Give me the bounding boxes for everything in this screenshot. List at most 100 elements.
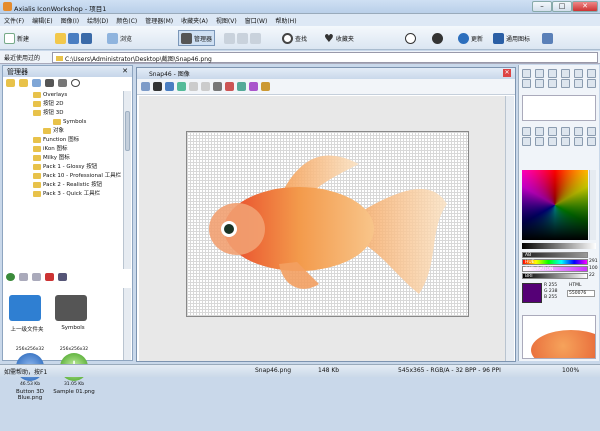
file-tools [55,30,92,46]
general-icons-button[interactable]: 通用图标 [493,30,530,46]
zoom-icon[interactable] [141,82,150,91]
copy-icon[interactable] [19,273,28,281]
new-folder-icon[interactable] [19,79,28,87]
save-icon[interactable] [68,32,79,44]
file-item[interactable]: Symbols [55,295,91,331]
undo-icon[interactable] [548,127,557,136]
cut-icon[interactable] [224,32,235,44]
tree-item[interactable]: Pack 2 - Realistic 按钮 [3,181,125,190]
lasso-tool-icon[interactable] [535,69,544,78]
tree-item[interactable]: Pack 10 - Professional 工具栏 [3,172,125,181]
delete-icon[interactable] [45,79,54,87]
search-button[interactable]: 查找 [282,30,307,46]
color-icon[interactable] [225,82,234,91]
text-tool-icon[interactable] [561,79,570,88]
tree-item[interactable]: Function 图标 [3,136,125,145]
add-icon[interactable] [6,273,15,281]
view-icon[interactable] [58,273,67,281]
copy-icon[interactable] [522,137,531,146]
search-icon[interactable] [71,79,80,87]
crop-icon[interactable] [574,127,583,136]
files-scrollbar[interactable] [123,288,131,360]
palette-scrollbar[interactable] [589,170,596,240]
rotate-icon[interactable] [522,127,531,136]
grid-icon[interactable] [574,137,583,146]
save-icon[interactable] [548,137,557,146]
redo-icon[interactable] [561,127,570,136]
canvas-area[interactable] [139,96,505,361]
new-button[interactable]: 新建 [4,30,29,46]
copy-icon[interactable] [237,32,248,44]
tree-item[interactable]: 对象 [3,127,125,136]
hue-value[interactable]: 291 [589,259,598,264]
zoom-tool-icon[interactable] [587,79,596,88]
help-button[interactable] [432,30,443,46]
shadow-icon[interactable] [561,137,570,146]
paste-icon[interactable] [250,32,261,44]
blend-icon[interactable] [587,137,596,146]
effects-icon[interactable] [261,82,270,91]
brush-sizes[interactable] [522,95,596,121]
tree-item[interactable]: 按钮 3D [3,109,125,118]
file-item[interactable]: 上一级文件夹 [9,295,45,333]
image-icon[interactable] [237,82,246,91]
doc-close-icon[interactable]: ✕ [503,69,511,77]
hue-slider[interactable]: HUE [522,259,588,265]
saturation-value[interactable]: 100 [589,266,598,271]
browse-button[interactable]: 浏览 [107,30,132,46]
ellipse-tool-icon[interactable] [548,79,557,88]
tree-item[interactable]: iKon 图标 [3,145,125,154]
gray-strip[interactable] [522,243,596,249]
tree-item[interactable]: Overlays [3,91,125,100]
paste-icon[interactable] [535,137,544,146]
alpha-slider[interactable]: AB [522,252,588,258]
delete-icon[interactable] [45,273,54,281]
pencil-tool-icon[interactable] [548,69,557,78]
update-button[interactable]: 更新 [458,30,483,46]
recent-path-input[interactable]: C:\Users\Administrator\Desktop\截图\Snap46… [52,52,598,63]
web-button[interactable] [405,30,416,46]
tree-item[interactable]: Milky 图标 [3,154,125,163]
favorites-button[interactable]: ♥ 收藏夹 [324,30,354,46]
eraser-tool-icon[interactable] [587,69,596,78]
brush-tool-icon[interactable] [561,69,570,78]
manager-button[interactable]: 管理器 [178,30,216,46]
tree-item[interactable]: 按钮 2D [3,100,125,109]
preview-icon[interactable] [153,82,162,91]
rgb-icon[interactable] [249,82,258,91]
minimize-button[interactable]: – [532,1,552,12]
flip-icon[interactable] [535,127,544,136]
select-tool-icon[interactable] [522,69,531,78]
line-tool-icon[interactable] [522,79,531,88]
extra-button[interactable] [542,30,553,46]
open-icon[interactable] [55,32,66,44]
resize-icon[interactable] [587,127,596,136]
html-color-input[interactable]: 550076 [567,290,595,297]
close-button[interactable]: ✕ [572,1,598,12]
paste-icon[interactable] [32,273,41,281]
tree-scrollbar[interactable] [123,91,131,269]
open-folder-icon[interactable] [6,79,15,87]
grid-icon[interactable] [213,82,222,91]
scroll-thumb[interactable] [125,111,130,151]
doc-vscrollbar[interactable] [505,96,514,361]
rect-tool-icon[interactable] [535,79,544,88]
brightness-slider[interactable]: BRI [522,273,588,279]
tree-item[interactable]: Pack 1 - Glossy 按钮 [3,163,125,172]
undo-icon[interactable] [201,82,210,91]
current-color-swatch[interactable] [522,283,542,303]
close-panel-icon[interactable]: ✕ [122,67,128,75]
tree-item[interactable]: Symbols [3,118,125,127]
copy-icon[interactable] [58,79,67,87]
fill-tool-icon[interactable] [574,69,583,78]
up-folder-icon[interactable] [32,79,41,87]
save-icon[interactable] [165,82,174,91]
brightness-value[interactable]: 22 [589,273,595,278]
cut-icon[interactable] [189,82,198,91]
export-icon[interactable] [177,82,186,91]
save-all-icon[interactable] [81,32,92,44]
picker-tool-icon[interactable] [574,79,583,88]
saturation-slider[interactable]: SATURATION [522,266,588,272]
maximize-button[interactable]: □ [552,1,572,12]
tree-item[interactable]: Pack 3 - Quick 工具栏 [3,190,125,199]
